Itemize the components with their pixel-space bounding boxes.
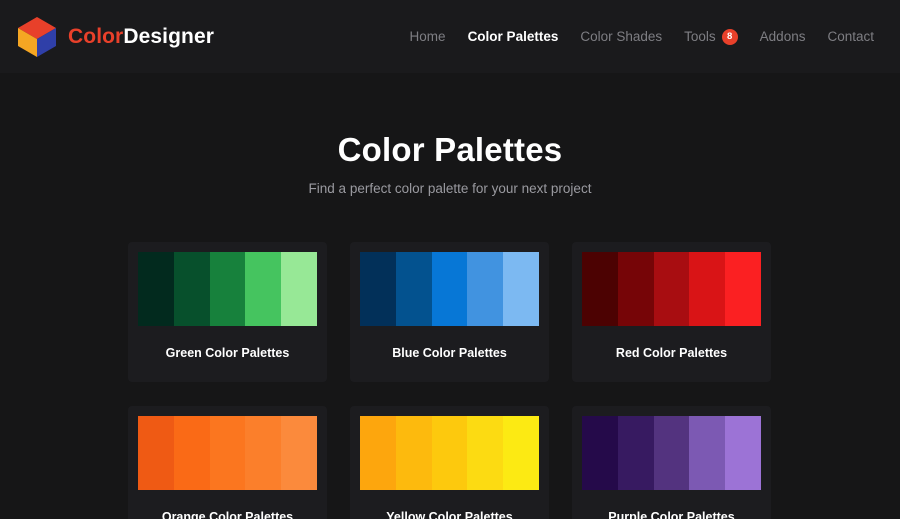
palette-swatch[interactable] [725,252,761,326]
palette-swatch[interactable] [725,416,761,490]
palette-swatch[interactable] [617,416,654,490]
palette-swatch[interactable] [467,252,504,326]
palette-swatch[interactable] [503,416,539,490]
site-header: ColorDesigner Home Color Palettes Color … [0,0,900,73]
palette-swatch[interactable] [209,252,246,326]
palette-grid: Green Color Palettes Blue Color Palettes R… [128,196,772,519]
palette-swatch[interactable] [582,252,618,326]
palette-card[interactable]: Purple Color Palettes [572,406,771,519]
palette-swatch-strip [138,416,317,490]
nav-item-label: Color Shades [580,29,663,44]
palette-swatch[interactable] [689,252,726,326]
palette-swatch[interactable] [138,416,174,490]
palette-swatch[interactable] [431,252,468,326]
palette-card-label: Green Color Palettes [165,346,290,360]
nav-item-color-shades[interactable]: Color Shades [580,29,662,44]
palette-swatch[interactable] [281,416,317,490]
palette-swatch[interactable] [245,416,282,490]
palette-swatch[interactable] [245,252,282,326]
palette-swatch[interactable] [467,416,504,490]
palette-swatch[interactable] [503,252,539,326]
palette-card[interactable]: Blue Color Palettes [350,242,549,382]
hero-section: Color Palettes Find a perfect color pale… [0,73,900,196]
nav-item-label: Addons [759,29,806,44]
page-root: ColorDesigner Home Color Palettes Color … [0,0,900,519]
palette-card-label: Red Color Palettes [615,346,728,360]
cube-logo-icon [16,15,58,59]
tools-badge: 8 [721,28,738,45]
nav-item-label: Home [409,29,446,44]
palette-swatch-strip [138,252,317,326]
palette-card[interactable]: Green Color Palettes [128,242,327,382]
palette-card[interactable]: Orange Color Palettes [128,406,327,519]
palette-swatch[interactable] [281,252,317,326]
palette-swatch[interactable] [617,252,654,326]
brand-name-rest: Designer [123,24,214,48]
palette-swatch[interactable] [209,416,246,490]
palette-swatch[interactable] [138,252,174,326]
nav-item-label: Tools [684,29,716,44]
palette-swatch-strip [360,252,539,326]
nav-item-tools[interactable]: Tools 8 [684,28,738,45]
palette-swatch[interactable] [582,416,618,490]
palette-swatch[interactable] [431,416,468,490]
palette-swatch[interactable] [360,416,396,490]
palette-swatch[interactable] [173,416,210,490]
nav-item-home[interactable]: Home [410,29,446,44]
page-title: Color Palettes [337,131,563,168]
palette-swatch-strip [582,416,761,490]
palette-swatch[interactable] [395,416,432,490]
brand-logo[interactable]: ColorDesigner [16,15,214,59]
palette-swatch-strip [360,416,539,490]
palette-card-label: Yellow Color Palettes [386,510,513,519]
palette-swatch[interactable] [653,252,690,326]
nav-item-contact[interactable]: Contact [827,29,874,44]
palette-swatch-strip [582,252,761,326]
palette-card-label: Blue Color Palettes [392,346,507,360]
nav-item-label: Contact [827,29,874,44]
brand-name-accent: Color [68,24,124,48]
palette-swatch[interactable] [360,252,396,326]
nav-item-color-palettes[interactable]: Color Palettes [468,29,559,44]
palette-swatch[interactable] [653,416,690,490]
brand-text: ColorDesigner [68,25,214,49]
palette-swatch[interactable] [173,252,210,326]
nav-item-addons[interactable]: Addons [760,29,806,44]
palette-card[interactable]: Yellow Color Palettes [350,406,549,519]
palette-card-label: Purple Color Palettes [608,510,735,519]
palette-swatch[interactable] [395,252,432,326]
page-subtitle: Find a perfect color palette for your ne… [308,181,592,196]
palette-swatch[interactable] [689,416,726,490]
palette-card[interactable]: Red Color Palettes [572,242,771,382]
nav-item-label: Color Palettes [467,29,559,44]
main-navigation: Home Color Palettes Color Shades Tools 8… [410,28,874,45]
palette-card-label: Orange Color Palettes [161,510,294,519]
